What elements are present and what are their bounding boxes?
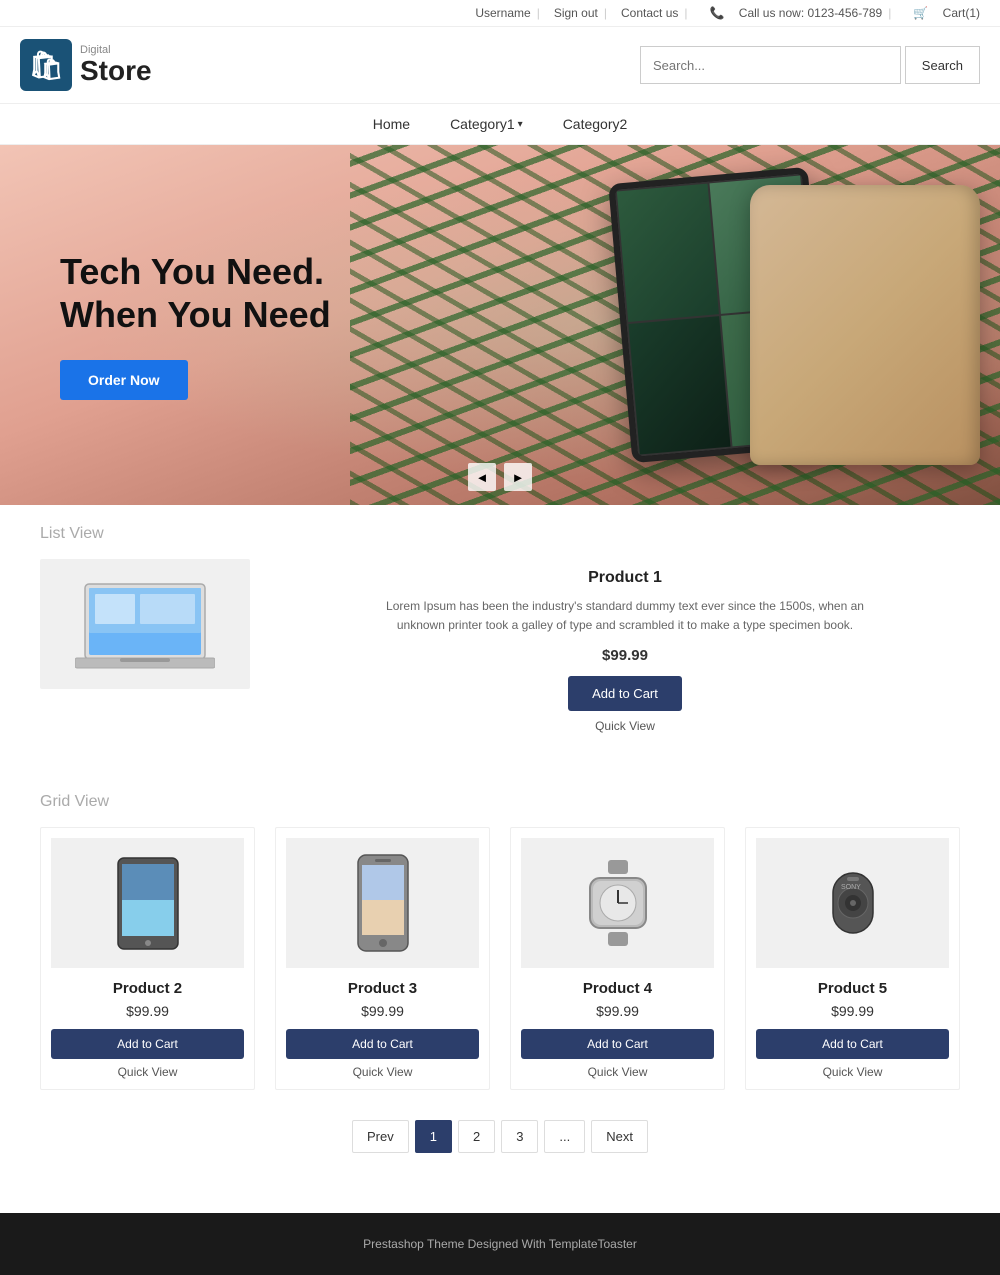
hero-content: Tech You Need. When You Need Order Now: [0, 250, 391, 400]
search-input[interactable]: [640, 46, 901, 84]
product1-desc: Lorem Ipsum has been the industry's stan…: [375, 597, 875, 635]
next-page-button[interactable]: Next: [591, 1120, 648, 1153]
product4-add-to-cart[interactable]: Add to Cart: [521, 1029, 714, 1059]
hero-banner: Tech You Need. When You Need Order Now ◄…: [0, 145, 1000, 505]
logo[interactable]: 🛍 Digital Store: [20, 39, 152, 91]
phone-icon: [353, 853, 413, 953]
product3-add-to-cart[interactable]: Add to Cart: [286, 1029, 479, 1059]
hero-prev-arrow[interactable]: ◄: [468, 463, 496, 491]
search-bar: Search: [640, 46, 980, 84]
page-3-button[interactable]: 3: [501, 1120, 538, 1153]
list-view-label: List View: [40, 525, 960, 543]
product5-price: $99.99: [756, 1003, 949, 1019]
cart-link[interactable]: 🛒 Cart(1): [905, 6, 980, 20]
product5-image: SONY: [756, 838, 949, 968]
username-link[interactable]: Username: [475, 6, 530, 20]
chevron-down-icon: ▾: [518, 119, 523, 130]
product3-card: Product 3 $99.99 Add to Cart Quick View: [275, 827, 490, 1090]
main-content: List View Product 1 Lorem Ipsum has been…: [0, 505, 1000, 1213]
footer: Prestashop Theme Designed With TemplateT…: [0, 1213, 1000, 1275]
product2-image: [51, 838, 244, 968]
search-button[interactable]: Search: [905, 46, 980, 84]
product1-add-to-cart[interactable]: Add to Cart: [568, 676, 682, 711]
speaker-icon: SONY: [813, 863, 893, 943]
page-2-button[interactable]: 2: [458, 1120, 495, 1153]
logo-store: Store: [80, 56, 152, 87]
product3-image: [286, 838, 479, 968]
product2-quick-view[interactable]: Quick View: [51, 1065, 244, 1079]
product5-quick-view[interactable]: Quick View: [756, 1065, 949, 1079]
hero-title: Tech You Need. When You Need: [60, 250, 331, 336]
nav-category1[interactable]: Category1 ▾: [450, 116, 523, 132]
nav-category2[interactable]: Category2: [563, 116, 628, 132]
contact-link[interactable]: Contact us: [621, 6, 678, 20]
logo-digital: Digital: [80, 44, 152, 56]
logo-icon: 🛍: [20, 39, 72, 91]
product1-quick-view[interactable]: Quick View: [290, 719, 960, 733]
product1-image: [40, 559, 250, 689]
product5-card: SONY Product 5 $99.99 Add to Cart Quick …: [745, 827, 960, 1090]
signout-link[interactable]: Sign out: [554, 6, 598, 20]
hero-arrows: ◄ ►: [468, 463, 532, 491]
product1-info: Product 1 Lorem Ipsum has been the indus…: [290, 559, 960, 733]
page-1-button[interactable]: 1: [415, 1120, 452, 1153]
product2-price: $99.99: [51, 1003, 244, 1019]
main-nav: Home Category1 ▾ Category2: [0, 103, 1000, 145]
product1-price: $99.99: [290, 647, 960, 664]
phone-info: 📞 Call us now: 0123-456-789: [702, 6, 883, 20]
phone-icon: 📞: [710, 6, 725, 20]
grid-view-section: Product 2 $99.99 Add to Cart Quick View: [40, 827, 960, 1090]
product4-price: $99.99: [521, 1003, 714, 1019]
product2-card: Product 2 $99.99 Add to Cart Quick View: [40, 827, 255, 1090]
laptop-icon: [75, 574, 215, 674]
page-ellipsis: ...: [544, 1120, 585, 1153]
product5-name: Product 5: [756, 980, 949, 997]
product4-image: [521, 838, 714, 968]
header: 🛍 Digital Store Search: [0, 27, 1000, 103]
product2-add-to-cart[interactable]: Add to Cart: [51, 1029, 244, 1059]
pagination: Prev 1 2 3 ... Next: [40, 1120, 960, 1153]
grid-view-label: Grid View: [40, 793, 960, 811]
product5-add-to-cart[interactable]: Add to Cart: [756, 1029, 949, 1059]
product3-price: $99.99: [286, 1003, 479, 1019]
watch-icon: [578, 858, 658, 948]
product4-name: Product 4: [521, 980, 714, 997]
nav-home[interactable]: Home: [373, 116, 410, 132]
product3-name: Product 3: [286, 980, 479, 997]
hero-next-arrow[interactable]: ►: [504, 463, 532, 491]
order-now-button[interactable]: Order Now: [60, 360, 188, 400]
tablet-icon: [113, 856, 183, 951]
svg-text:SONY: SONY: [841, 884, 861, 891]
product2-name: Product 2: [51, 980, 244, 997]
hero-bag-decoration: [750, 185, 980, 465]
product4-card: Product 4 $99.99 Add to Cart Quick View: [510, 827, 725, 1090]
list-view-section: Product 1 Lorem Ipsum has been the indus…: [40, 559, 960, 753]
product3-quick-view[interactable]: Quick View: [286, 1065, 479, 1079]
footer-text: Prestashop Theme Designed With TemplateT…: [363, 1237, 637, 1251]
cart-icon: 🛒: [913, 6, 928, 20]
top-bar: Username | Sign out | Contact us | 📞 Cal…: [0, 0, 1000, 27]
product4-quick-view[interactable]: Quick View: [521, 1065, 714, 1079]
prev-page-button[interactable]: Prev: [352, 1120, 409, 1153]
product1-name: Product 1: [290, 569, 960, 587]
